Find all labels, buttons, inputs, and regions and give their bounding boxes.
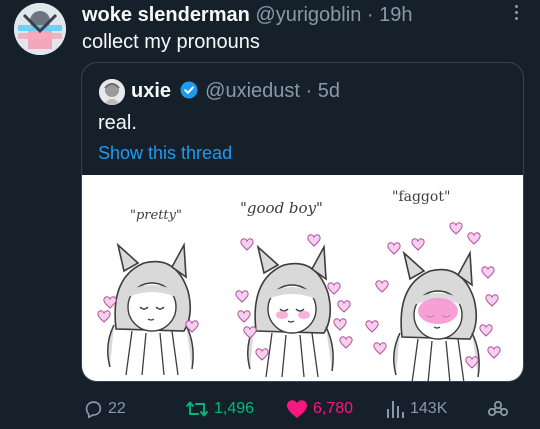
author-avatar[interactable] xyxy=(14,3,66,55)
caption-faggot: "faggot" xyxy=(392,189,450,205)
reply-count: 22 xyxy=(108,400,126,417)
quoted-author-avatar[interactable] xyxy=(99,79,125,105)
author-name[interactable]: woke slenderman xyxy=(82,4,250,26)
caption-pretty: "pretty" xyxy=(130,208,182,223)
retweet-button[interactable]: 1,496 xyxy=(184,396,254,422)
quoted-author-handle[interactable]: @uxiedust xyxy=(205,80,300,102)
verified-badge-icon xyxy=(180,81,198,99)
tweet-time[interactable]: 19h xyxy=(379,4,412,26)
views-count: 143K xyxy=(410,400,448,417)
reply-button[interactable]: 22 xyxy=(82,396,126,422)
show-thread-link[interactable]: Show this thread xyxy=(98,141,232,165)
quoted-time[interactable]: 5d xyxy=(318,80,340,102)
more-options-icon[interactable] xyxy=(506,2,526,24)
quoted-image[interactable]: "pretty" "good boy" "faggot" xyxy=(82,175,523,381)
tweet-text: collect my pronouns xyxy=(82,31,260,53)
quoted-tweet[interactable]: uxie @uxiedust · 5d real. Show this thre… xyxy=(81,62,524,382)
heart-icon xyxy=(287,400,307,418)
meta-separator: · xyxy=(366,4,374,26)
quoted-header: uxie @uxiedust · 5d xyxy=(131,79,340,103)
tweet-actions: 22 1,496 6,780 143K xyxy=(0,396,540,422)
reply-icon xyxy=(85,401,102,419)
author-handle[interactable]: @yurigoblin xyxy=(255,4,361,26)
retweet-icon xyxy=(186,401,208,417)
chibi-drawing-1 xyxy=(106,244,194,376)
quoted-text: real. xyxy=(98,112,137,134)
share-icon xyxy=(487,400,509,417)
retweet-count: 1,496 xyxy=(214,400,255,417)
caption-good-boy: "good boy" xyxy=(240,199,323,217)
tweet-header: woke slenderman @yurigoblin · 19h xyxy=(82,3,413,27)
quoted-author-name[interactable]: uxie xyxy=(131,80,171,102)
like-count: 6,780 xyxy=(313,400,354,417)
share-button[interactable] xyxy=(486,396,510,422)
views-button[interactable]: 143K xyxy=(384,396,447,422)
like-button[interactable]: 6,780 xyxy=(285,396,353,422)
views-icon xyxy=(387,401,404,418)
tweet[interactable]: woke slenderman @yurigoblin · 19h collec… xyxy=(0,0,540,429)
quoted-separator: · xyxy=(305,80,313,102)
